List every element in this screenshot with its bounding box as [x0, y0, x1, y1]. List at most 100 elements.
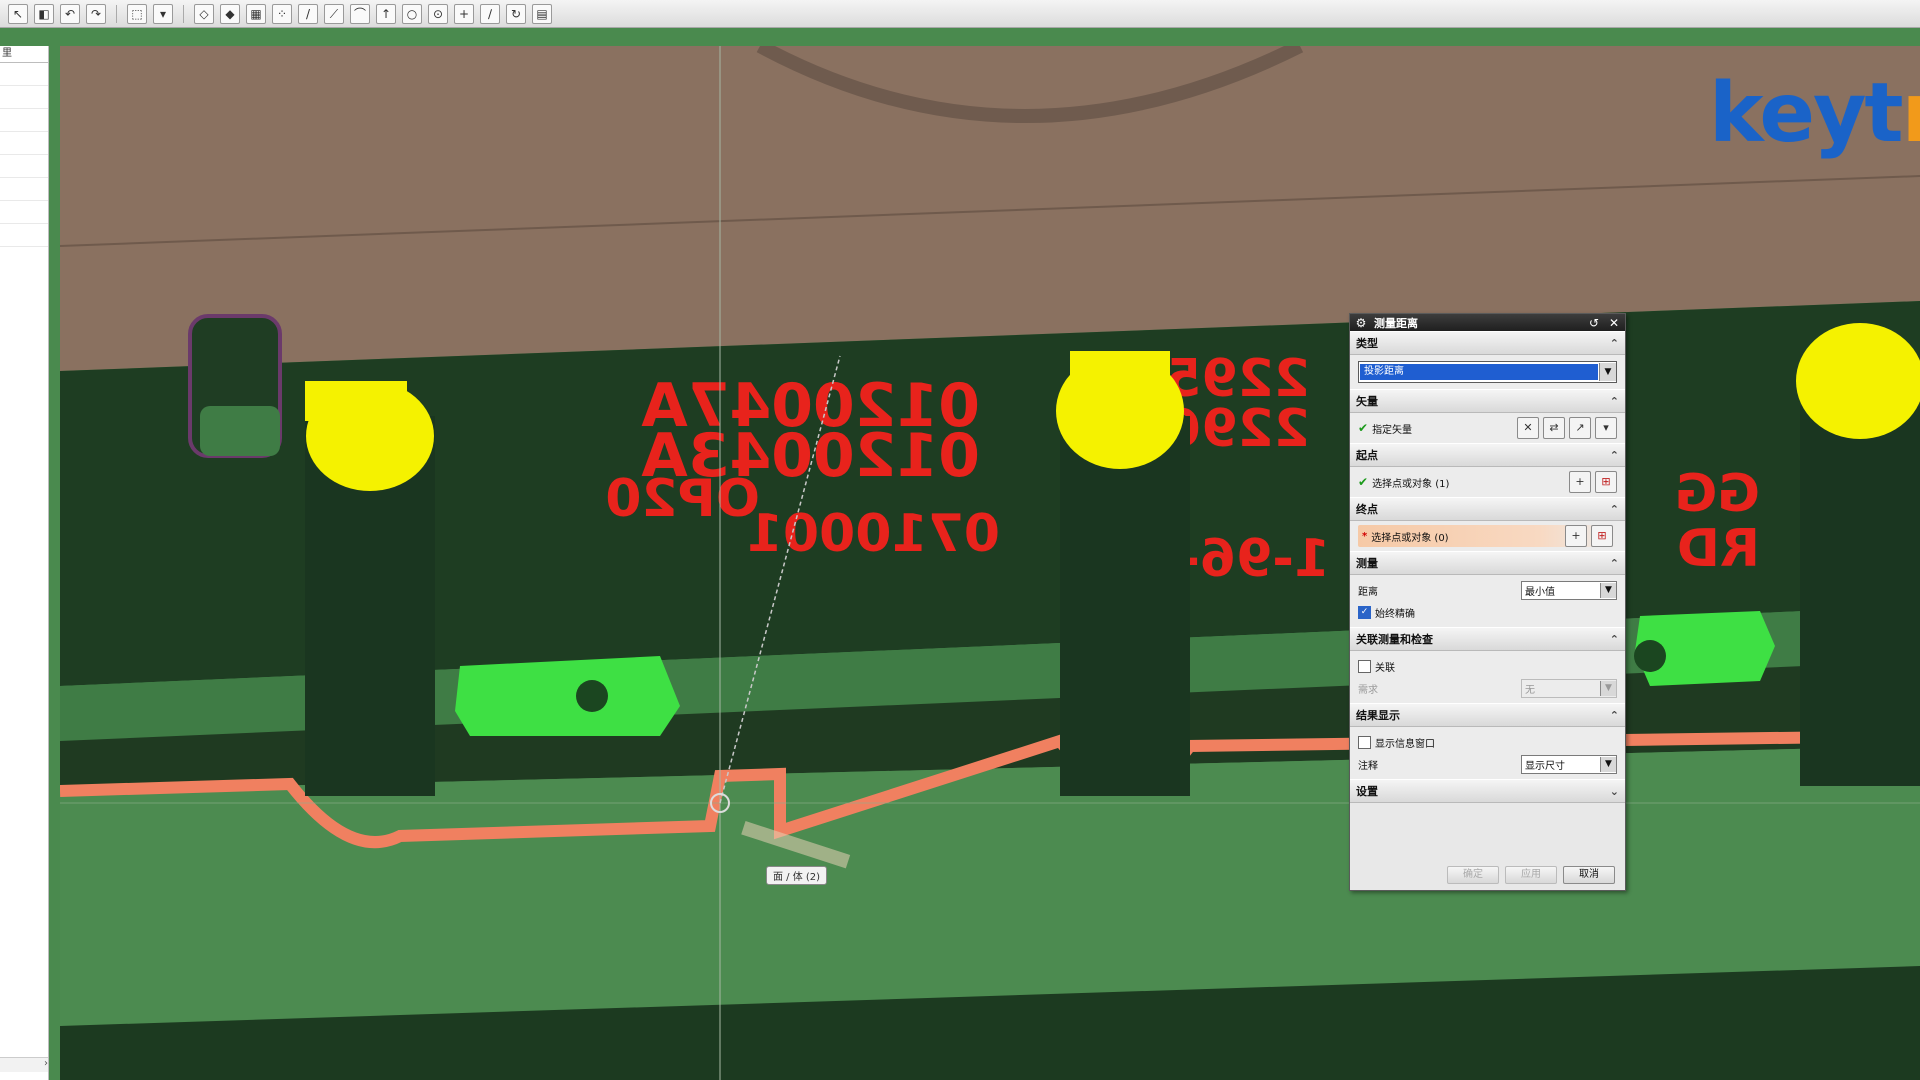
- section-start-header[interactable]: 起点 ⌃: [1350, 443, 1625, 467]
- section-end-body: * 选择点或对象 (0) + ⊞: [1350, 521, 1625, 551]
- circle-icon[interactable]: ○: [402, 3, 422, 24]
- vector-dialog-icon[interactable]: ✕: [1517, 417, 1539, 439]
- point-dialog-icon[interactable]: +: [1565, 525, 1587, 547]
- redo-icon[interactable]: ↷: [86, 3, 106, 24]
- requirement-select[interactable]: 无 ▼: [1521, 678, 1617, 698]
- section-type-header[interactable]: 类型 ⌃: [1350, 331, 1625, 355]
- chevron-up-icon: ⌃: [1609, 632, 1619, 646]
- chevron-up-icon: ⌃: [1609, 336, 1619, 350]
- dropdown-icon[interactable]: ▾: [153, 3, 173, 24]
- section-settings-header[interactable]: 设置 ⌄: [1350, 779, 1625, 803]
- rotate-icon[interactable]: ↻: [506, 3, 526, 24]
- type-select-value: 投影距离: [1360, 364, 1598, 380]
- grid-icon[interactable]: ▦: [246, 3, 266, 24]
- section-label: 设置: [1356, 785, 1378, 798]
- toolbar-separator: [116, 4, 117, 23]
- annotation-label: 注释: [1358, 760, 1378, 772]
- pad-hole: [1634, 640, 1666, 672]
- section-assoc-body: 关联 需求 无 ▼: [1350, 651, 1625, 703]
- show-info-window-checkbox[interactable]: [1358, 735, 1371, 749]
- list-item[interactable]: [0, 155, 48, 178]
- pillar-top: [1796, 323, 1920, 439]
- section-assoc-header[interactable]: 关联测量和检查 ⌃: [1350, 627, 1625, 651]
- section-label: 终点: [1356, 503, 1378, 516]
- cube-solid-icon[interactable]: ◆: [220, 3, 240, 24]
- cancel-button[interactable]: 取消: [1563, 866, 1615, 884]
- point-type-icon[interactable]: ⊞: [1591, 525, 1613, 547]
- chevron-down-icon[interactable]: ▼: [1600, 582, 1616, 598]
- select-end-point[interactable]: 选择点或对象 (0): [1371, 529, 1561, 544]
- reset-icon[interactable]: ↺: [1587, 316, 1601, 330]
- circle-center-icon[interactable]: ⊙: [428, 3, 448, 24]
- box-select-icon[interactable]: ⬚: [127, 3, 147, 24]
- graphics-viewport[interactable]: 0120047A 0120043A OP20 0710001 2295 2296…: [60, 46, 1920, 1080]
- dialog-title: 测量距离: [1374, 316, 1418, 330]
- logo-accent: n: [1902, 66, 1920, 161]
- undo-icon[interactable]: ↶: [60, 3, 80, 24]
- section-measure-header[interactable]: 测量 ⌃: [1350, 551, 1625, 575]
- dialog-titlebar[interactable]: ⚙ 测量距离 ↺ ✕: [1350, 314, 1625, 331]
- horizontal-scrollbar[interactable]: ›: [0, 1057, 48, 1072]
- point-dialog-icon[interactable]: +: [1569, 471, 1591, 493]
- dialog-footer: 确定 应用 取消: [1350, 866, 1625, 884]
- slash-icon[interactable]: ∕: [480, 3, 500, 24]
- section-result-header[interactable]: 结果显示 ⌃: [1350, 703, 1625, 727]
- list-item[interactable]: [0, 109, 48, 132]
- document-icon[interactable]: ▤: [532, 3, 552, 24]
- pad-hole: [576, 680, 608, 712]
- list-item[interactable]: [0, 224, 48, 247]
- always-accurate-checkbox[interactable]: ✓: [1358, 605, 1371, 619]
- panel-header: 里: [0, 46, 48, 63]
- point-type-icon[interactable]: ⊞: [1595, 471, 1617, 493]
- vector-type-icon[interactable]: ↗: [1569, 417, 1591, 439]
- chevron-down-icon[interactable]: ▼: [1599, 363, 1616, 381]
- list-item[interactable]: [0, 178, 48, 201]
- requirement-select-value: 无: [1525, 684, 1535, 696]
- close-icon[interactable]: ✕: [1607, 316, 1621, 330]
- section-label: 测量: [1356, 557, 1378, 570]
- select-start-point[interactable]: 选择点或对象 (1): [1372, 475, 1565, 490]
- line-icon-2[interactable]: ⟋: [324, 3, 344, 24]
- show-info-window-label: 显示信息窗口: [1375, 738, 1435, 750]
- section-label: 结果显示: [1356, 709, 1400, 722]
- specify-vector-label[interactable]: 指定矢量: [1372, 421, 1513, 436]
- arrow-icon[interactable]: ↑: [376, 3, 396, 24]
- distance-select[interactable]: 最小值 ▼: [1521, 580, 1617, 600]
- list-item[interactable]: [0, 132, 48, 155]
- section-vector-header[interactable]: 矢量 ⌃: [1350, 389, 1625, 413]
- snap-points-icon[interactable]: ⁘: [272, 3, 292, 24]
- curve-icon[interactable]: ⌒: [350, 3, 370, 24]
- ok-button[interactable]: 确定: [1447, 866, 1499, 884]
- emboss-line-3: OP20: [605, 469, 760, 529]
- apply-button[interactable]: 应用: [1505, 866, 1557, 884]
- section-label: 起点: [1356, 449, 1378, 462]
- settings-gear-icon[interactable]: ⚙: [1354, 316, 1368, 330]
- list-item[interactable]: [0, 201, 48, 224]
- list-item[interactable]: [0, 86, 48, 109]
- reverse-direction-icon[interactable]: ⇄: [1543, 417, 1565, 439]
- pocket-floor: [200, 406, 280, 456]
- chevron-up-icon: ⌃: [1609, 708, 1619, 722]
- chevron-up-icon: ⌃: [1609, 394, 1619, 408]
- chevron-up-icon: ⌃: [1609, 502, 1619, 516]
- chevron-down-icon[interactable]: ▼: [1600, 756, 1616, 772]
- section-label: 类型: [1356, 337, 1378, 350]
- green-pad: [455, 656, 680, 736]
- list-item[interactable]: [0, 63, 48, 86]
- section-end-header[interactable]: 终点 ⌃: [1350, 497, 1625, 521]
- snap-icon[interactable]: ◧: [34, 3, 54, 24]
- required-star-icon: *: [1362, 530, 1368, 542]
- type-select[interactable]: 投影距离 ▼: [1358, 361, 1617, 383]
- cube-wire-icon[interactable]: ◇: [194, 3, 214, 24]
- line-icon[interactable]: /: [298, 3, 318, 24]
- select-end-point-row[interactable]: * 选择点或对象 (0) + ⊞: [1358, 525, 1617, 547]
- associative-checkbox[interactable]: [1358, 659, 1371, 673]
- associative-label: 关联: [1375, 662, 1395, 674]
- chevron-down-icon[interactable]: ▾: [1595, 417, 1617, 439]
- select-arrow-icon[interactable]: ↖: [8, 3, 28, 24]
- annotation-select[interactable]: 显示尺寸 ▼: [1521, 754, 1617, 774]
- distance-select-value: 最小值: [1525, 586, 1555, 598]
- annotation-select-value: 显示尺寸: [1525, 760, 1565, 772]
- section-result-body: 显示信息窗口 注释 显示尺寸 ▼: [1350, 727, 1625, 779]
- plus-icon[interactable]: +: [454, 3, 474, 24]
